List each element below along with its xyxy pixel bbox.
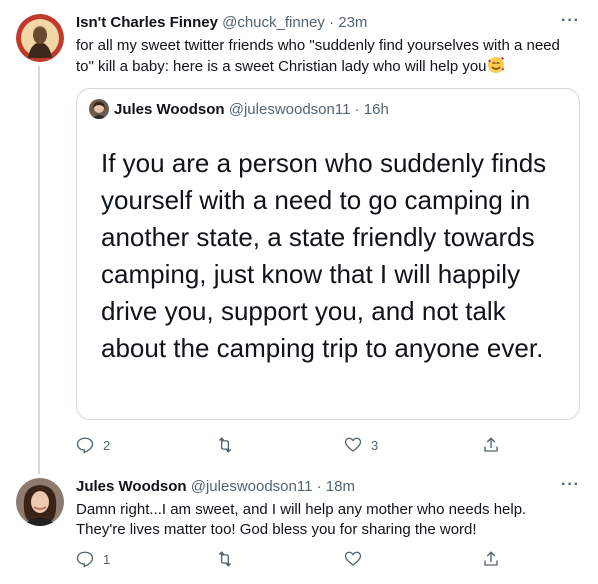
heart-icon [344,437,362,452]
retweet-button[interactable] [216,550,243,568]
share-icon [484,551,498,566]
quoted-handle: @juleswoodson11 [228,100,351,118]
share-button[interactable] [482,550,500,568]
retweet-icon [218,551,232,567]
timestamp[interactable]: 23m [338,14,367,31]
reply-count: 2 [103,437,111,453]
tweet-header: Jules Woodson @juleswoodson11 · 18m [76,478,355,495]
dot-separator: · [316,478,322,495]
retweet-button[interactable] [216,436,243,454]
tweet-original[interactable]: Isn't Charles Finney @chuck_finney · 23m… [0,0,598,474]
heart-icon [344,551,362,566]
quoted-tweet-header: Jules Woodson @juleswoodson11 · 16h [89,99,389,119]
avatar-charles-finney[interactable] [16,14,64,62]
avatar-jules-woodson-small [89,99,109,119]
quoted-tweet[interactable]: Jules Woodson @juleswoodson11 · 16h If y… [76,88,580,420]
like-button[interactable]: 3 [344,436,378,454]
quoted-display-name: Jules Woodson [114,100,225,118]
share-button[interactable] [482,436,500,454]
quoted-tweet-image-text: If you are a person who suddenly finds y… [101,148,547,363]
display-name[interactable]: Jules Woodson [76,478,187,495]
retweet-icon [218,437,232,453]
like-count: 3 [371,437,379,453]
share-icon [484,437,498,452]
avatar-jules-woodson[interactable] [16,478,64,526]
dot-separator: · [329,14,335,31]
thread-line [38,66,40,474]
more-options-icon[interactable]: ··· [561,476,580,494]
display-name[interactable]: Isn't Charles Finney [76,14,218,31]
tweet-actions: 1 [76,550,506,570]
tweet-actions: 2 3 [76,436,506,456]
handle[interactable]: @juleswoodson11 [191,478,313,495]
handle[interactable]: @chuck_finney [222,14,325,31]
reply-icon [76,551,94,568]
more-options-icon[interactable]: ··· [561,12,580,30]
timestamp[interactable]: 18m [326,478,355,495]
smiling-face-with-hearts-icon [487,56,505,80]
tweet-text: for all my sweet twitter friends who "su… [76,36,576,80]
quoted-timestamp: 16h [363,100,389,118]
tweet-reply[interactable]: Jules Woodson @juleswoodson11 · 18m ··· … [0,470,598,584]
reply-icon [76,437,94,454]
tweet-header: Isn't Charles Finney @chuck_finney · 23m [76,14,367,31]
reply-count: 1 [103,551,111,567]
reply-button[interactable]: 2 [76,436,110,454]
quoted-dot-separator: · [354,100,360,118]
tweet-text: Damn right...I am sweet, and I will help… [76,501,527,538]
like-button[interactable] [344,550,371,568]
reply-button[interactable]: 1 [76,550,110,568]
